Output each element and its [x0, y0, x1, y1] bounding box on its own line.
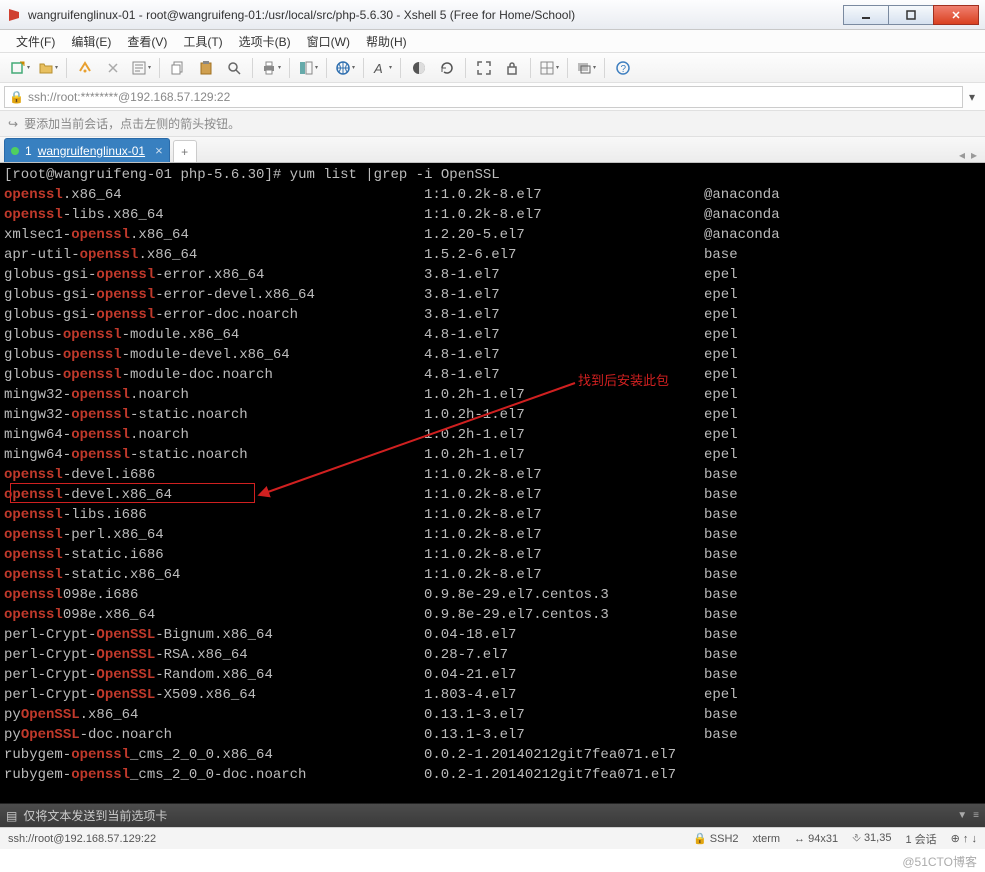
menu-window[interactable]: 窗口(W): [299, 31, 358, 52]
paste-icon[interactable]: [194, 56, 218, 80]
minimize-button[interactable]: [843, 5, 889, 25]
package-row: openssl-devel.i6861:1.0.2k-8.el7base: [4, 465, 981, 485]
terminal[interactable]: [root@wangruifeng-01 php-5.6.30]# yum li…: [0, 163, 985, 803]
package-row: globus-gsi-openssl-error-doc.noarch3.8-1…: [4, 305, 981, 325]
menu-tab[interactable]: 选项卡(B): [231, 31, 299, 52]
address-text: ssh://root:********@192.168.57.129:22: [28, 90, 230, 104]
close-button[interactable]: [933, 5, 979, 25]
status-term: xterm: [753, 833, 781, 845]
package-row: openssl098e.i6860.9.8e-29.el7.centos.3ba…: [4, 585, 981, 605]
package-row: globus-gsi-openssl-error-devel.x86_643.8…: [4, 285, 981, 305]
copy-icon[interactable]: [166, 56, 190, 80]
package-row: perl-Crypt-OpenSSL-Bignum.x86_640.04-18.…: [4, 625, 981, 645]
svg-text:?: ?: [621, 64, 627, 75]
address-bar: 🔒 ssh://root:********@192.168.57.129:22 …: [0, 83, 985, 111]
menu-help[interactable]: 帮助(H): [358, 31, 415, 52]
package-row: mingw64-openssl.noarch1.0.2h-1.el7epel: [4, 425, 981, 445]
address-dropdown-icon[interactable]: ▾: [963, 85, 981, 109]
refresh-icon[interactable]: [435, 56, 459, 80]
transparency-icon[interactable]: ▾: [574, 56, 598, 80]
send-bar: ▤ 仅将文本发送到当前选项卡 ▼ ≡: [0, 803, 985, 827]
menu-file[interactable]: 文件(F): [8, 31, 63, 52]
package-row: openssl-static.x86_641:1.0.2k-8.el7base: [4, 565, 981, 585]
menu-tools[interactable]: 工具(T): [175, 31, 230, 52]
package-row: mingw64-openssl-static.noarch1.0.2h-1.el…: [4, 445, 981, 465]
help-icon[interactable]: ?: [611, 56, 635, 80]
lock-icon: 🔒: [9, 90, 24, 104]
tab-nav-right-icon[interactable]: ▸: [971, 148, 977, 162]
package-row: pyOpenSSL-doc.noarch0.13.1-3.el7base: [4, 725, 981, 745]
globe-icon[interactable]: ▾: [333, 56, 357, 80]
hint-arrow-icon[interactable]: ↪: [8, 117, 18, 131]
status-connection: ssh://root@192.168.57.129:22: [8, 833, 679, 845]
menu-view[interactable]: 查看(V): [119, 31, 175, 52]
package-row: pyOpenSSL.x86_640.13.1-3.el7base: [4, 705, 981, 725]
hint-bar: ↪ 要添加当前会话，点击左侧的箭头按钮。: [0, 111, 985, 137]
titlebar: wangruifenglinux-01 - root@wangruifeng-0…: [0, 0, 985, 30]
tabstrip: 1 wangruifenglinux-01 × + ◂ ▸: [0, 137, 985, 163]
package-row: perl-Crypt-OpenSSL-Random.x86_640.04-21.…: [4, 665, 981, 685]
print-icon[interactable]: ▾: [259, 56, 283, 80]
color-scheme-icon[interactable]: [407, 56, 431, 80]
package-row: globus-openssl-module-devel.x86_644.8-1.…: [4, 345, 981, 365]
package-row: xmlsec1-openssl.x86_641.2.20-5.el7@anaco…: [4, 225, 981, 245]
sessions-panel-icon[interactable]: ▾: [296, 56, 320, 80]
hint-text: 要添加当前会话，点击左侧的箭头按钮。: [24, 115, 240, 132]
status-proto: SSH2: [710, 833, 739, 845]
layout-icon[interactable]: ▾: [537, 56, 561, 80]
status-signal-icon: ⊕ ↑ ↓: [951, 832, 977, 845]
package-row: openssl-perl.x86_641:1.0.2k-8.el7base: [4, 525, 981, 545]
tab-index: 1: [25, 144, 32, 158]
watermark: @51CTO博客: [902, 853, 977, 870]
main-toolbar: ▾ ▾ ▾ ▾ ▾ ▾ A▾ ▾ ▾ ?: [0, 53, 985, 83]
font-icon[interactable]: A▾: [370, 56, 394, 80]
app-icon: [6, 7, 22, 23]
menu-edit[interactable]: 编辑(E): [63, 31, 119, 52]
maximize-button[interactable]: [888, 5, 934, 25]
reconnect-icon[interactable]: [73, 56, 97, 80]
package-row: globus-openssl-module-doc.noarch4.8-1.el…: [4, 365, 981, 385]
package-row: perl-Crypt-OpenSSL-X509.x86_641.803-4.el…: [4, 685, 981, 705]
package-row: openssl-libs.x86_641:1.0.2k-8.el7@anacon…: [4, 205, 981, 225]
status-pos: 31,35: [864, 832, 892, 844]
package-row: globus-openssl-module.x86_644.8-1.el7epe…: [4, 325, 981, 345]
package-row: openssl-devel.x86_641:1.0.2k-8.el7base: [4, 485, 981, 505]
disconnect-icon[interactable]: [101, 56, 125, 80]
fullscreen-icon[interactable]: [472, 56, 496, 80]
session-tab[interactable]: 1 wangruifenglinux-01 ×: [4, 138, 170, 162]
new-session-icon[interactable]: ▾: [8, 56, 32, 80]
open-folder-icon[interactable]: ▾: [36, 56, 60, 80]
send-bar-dropdown-icon[interactable]: ▼: [957, 810, 967, 821]
annotation-text: 找到后安装此包: [578, 371, 669, 391]
properties-icon[interactable]: ▾: [129, 56, 153, 80]
package-row: globus-gsi-openssl-error.x86_643.8-1.el7…: [4, 265, 981, 285]
package-row: openssl.x86_641:1.0.2k-8.el7@anaconda: [4, 185, 981, 205]
svg-text:A: A: [373, 61, 383, 76]
status-dot-icon: [11, 147, 19, 155]
tab-nav-left-icon[interactable]: ◂: [959, 148, 965, 162]
tab-add-button[interactable]: +: [173, 140, 197, 162]
send-bar-text: 仅将文本发送到当前选项卡: [23, 807, 167, 824]
address-input[interactable]: 🔒 ssh://root:********@192.168.57.129:22: [4, 86, 963, 108]
package-row: mingw32-openssl-static.noarch1.0.2h-1.el…: [4, 405, 981, 425]
package-row: openssl098e.x86_640.9.8e-29.el7.centos.3…: [4, 605, 981, 625]
lock-icon[interactable]: [500, 56, 524, 80]
package-row: apr-util-openssl.x86_641.5.2-6.el7base: [4, 245, 981, 265]
status-bar: ssh://root@192.168.57.129:22 🔒 SSH2 xter…: [0, 827, 985, 849]
package-row: openssl-static.i6861:1.0.2k-8.el7base: [4, 545, 981, 565]
package-row: mingw32-openssl.noarch1.0.2h-1.el7epel: [4, 385, 981, 405]
send-bar-menu-icon[interactable]: ≡: [973, 810, 979, 821]
status-sessions: 1 会话: [905, 831, 936, 847]
tab-name: wangruifenglinux-01: [38, 144, 145, 158]
package-row: rubygem-openssl_cms_2_0_0-doc.noarch0.0.…: [4, 765, 981, 785]
tab-close-icon[interactable]: ×: [155, 143, 163, 158]
package-row: rubygem-openssl_cms_2_0_0.x86_640.0.2-1.…: [4, 745, 981, 765]
menubar: 文件(F) 编辑(E) 查看(V) 工具(T) 选项卡(B) 窗口(W) 帮助(…: [0, 30, 985, 53]
window-title: wangruifenglinux-01 - root@wangruifeng-0…: [28, 8, 844, 22]
package-row: openssl-libs.i6861:1.0.2k-8.el7base: [4, 505, 981, 525]
package-row: perl-Crypt-OpenSSL-RSA.x86_640.28-7.el7b…: [4, 645, 981, 665]
status-size: 94x31: [808, 833, 838, 845]
send-mode-icon[interactable]: ▤: [6, 809, 17, 823]
find-icon[interactable]: [222, 56, 246, 80]
